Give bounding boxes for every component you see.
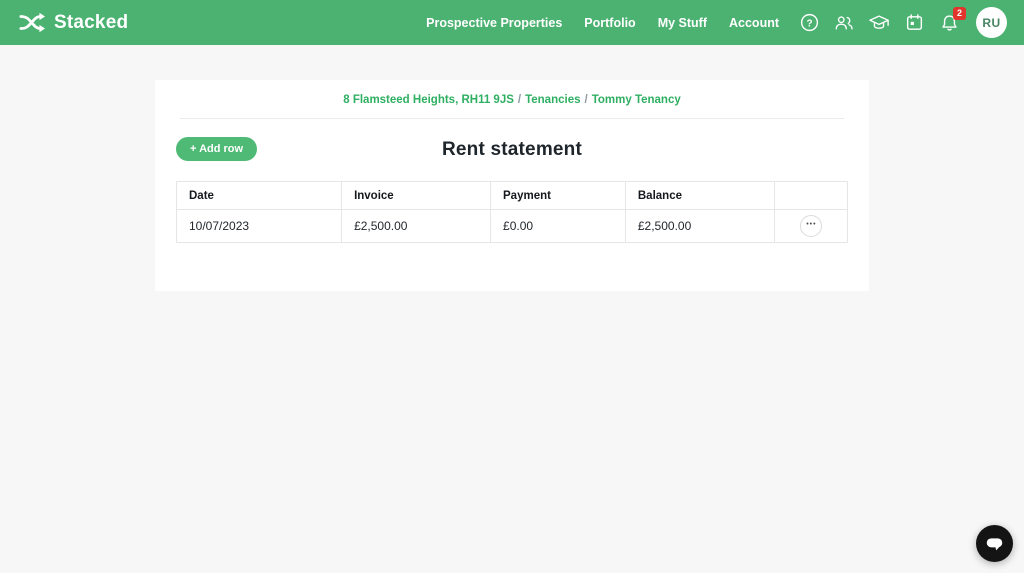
- avatar[interactable]: RU: [976, 7, 1007, 38]
- column-header-payment: Payment: [490, 181, 626, 210]
- page-title: Rent statement: [441, 139, 583, 160]
- notification-badge: 2: [953, 6, 966, 20]
- cell-actions: •••: [773, 209, 849, 243]
- help-icon[interactable]: ?: [799, 13, 819, 33]
- users-icon[interactable]: [834, 13, 854, 33]
- app-header: Stacked Prospective Properties Portfolio…: [0, 0, 1024, 45]
- ellipsis-icon: •••: [806, 221, 817, 228]
- cell-payment: £0.00: [490, 209, 626, 243]
- nav-account[interactable]: Account: [729, 16, 779, 30]
- rent-statement-card: 8 Flamsteed Heights, RH11 9JS / Tenancies /…: [155, 80, 869, 291]
- chat-bubble-icon: [984, 534, 1005, 553]
- nav-prospective-properties[interactable]: Prospective Properties: [426, 16, 562, 30]
- breadcrumb-separator: /: [584, 94, 588, 106]
- chat-launcher-button[interactable]: [976, 525, 1013, 562]
- breadcrumb-tenancies-link[interactable]: Tenancies: [525, 94, 580, 106]
- column-header-invoice: Invoice: [341, 181, 492, 210]
- breadcrumb-property-link[interactable]: 8 Flamsteed Heights, RH11 9JS: [343, 94, 514, 106]
- svg-text:?: ?: [806, 18, 812, 29]
- column-header-balance: Balance: [624, 181, 775, 210]
- nav-portfolio[interactable]: Portfolio: [584, 16, 635, 30]
- main-nav: Prospective Properties Portfolio My Stuf…: [426, 16, 779, 30]
- table-header-row: Date Invoice Payment Balance: [175, 181, 849, 210]
- breadcrumb-tenant-link[interactable]: Tommy Tenancy: [592, 94, 681, 106]
- toolbar: + Add row Rent statement: [176, 137, 848, 162]
- cell-date: 10/07/2023: [175, 209, 343, 243]
- notifications-bell-icon[interactable]: 2: [939, 6, 966, 33]
- graduation-cap-icon[interactable]: [869, 13, 889, 33]
- breadcrumb: 8 Flamsteed Heights, RH11 9JS / Tenancies /…: [155, 80, 869, 118]
- brand[interactable]: Stacked: [19, 12, 128, 34]
- calendar-icon[interactable]: [904, 13, 924, 33]
- card-content: + Add row Rent statement Date Invoice Pa…: [155, 119, 869, 291]
- cell-invoice: £2,500.00: [341, 209, 492, 243]
- rent-statement-table: Date Invoice Payment Balance 10/07/2023 …: [175, 181, 849, 243]
- breadcrumb-separator: /: [517, 94, 522, 106]
- add-row-button[interactable]: + Add row: [176, 137, 258, 161]
- column-header-actions: [773, 181, 849, 210]
- table-row: 10/07/2023 £2,500.00 £0.00 £2,500.00 •••: [175, 209, 849, 243]
- header-icon-group: ? 2 RU: [799, 6, 1007, 38]
- column-header-date: Date: [175, 181, 343, 210]
- brand-name: Stacked: [54, 11, 129, 33]
- avatar-initials: RU: [982, 15, 1001, 30]
- row-menu-button[interactable]: •••: [799, 215, 822, 237]
- nav-my-stuff[interactable]: My Stuff: [658, 16, 707, 30]
- cell-balance: £2,500.00: [624, 209, 775, 243]
- shuffle-logo-icon: [19, 12, 45, 33]
